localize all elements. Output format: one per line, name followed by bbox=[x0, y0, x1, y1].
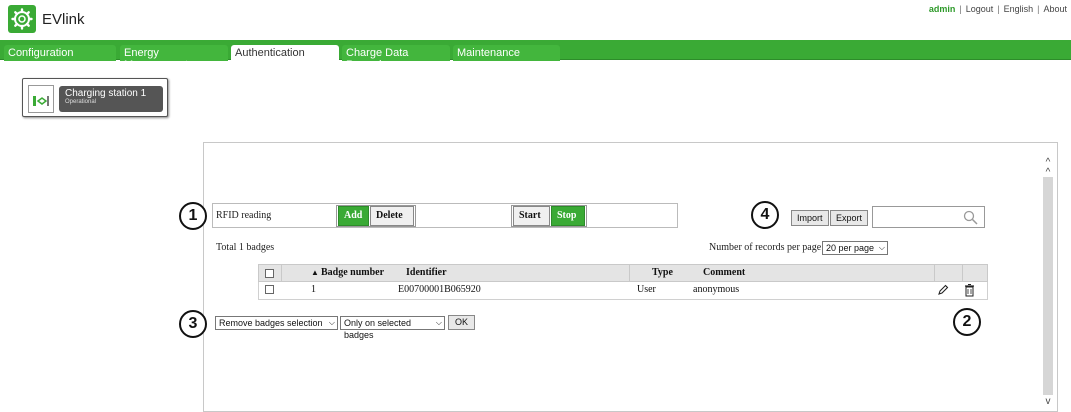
callout-3: 3 bbox=[179, 310, 207, 338]
tab-authentication[interactable]: Authentication bbox=[231, 45, 339, 61]
column-divider bbox=[962, 265, 963, 282]
header-badge-number[interactable]: Badge number bbox=[321, 267, 384, 278]
row-checkbox[interactable] bbox=[265, 285, 274, 294]
about-link[interactable]: About bbox=[1043, 4, 1067, 14]
tab-energy-management[interactable]: Energy Management bbox=[120, 45, 228, 71]
chevron-down-icon: ⌵ bbox=[878, 243, 885, 252]
column-divider bbox=[934, 265, 935, 282]
export-button[interactable]: Export bbox=[830, 210, 869, 226]
cell-identifier: E00700001B065920 bbox=[398, 284, 481, 295]
trash-icon[interactable] bbox=[964, 284, 975, 297]
search-box bbox=[872, 206, 985, 228]
bulk-scope-select[interactable]: Only on selected badges ⌵ bbox=[340, 316, 445, 340]
cell-type: User bbox=[637, 284, 656, 295]
table-row[interactable]: 1 E00700001B065920 User anonymous bbox=[258, 282, 988, 300]
search-input[interactable] bbox=[875, 209, 961, 225]
records-per-page-value: 20 per page bbox=[826, 243, 875, 253]
station-label: Charging station 1 Operational bbox=[59, 86, 163, 112]
callout-2: 2 bbox=[953, 308, 981, 336]
evlink-logo bbox=[8, 5, 36, 33]
callout-4: 4 bbox=[751, 201, 779, 229]
ok-button[interactable]: OK bbox=[448, 315, 476, 330]
records-per-page-select[interactable]: 20 per page ⌵ bbox=[822, 241, 888, 255]
main-nav: Configuration Energy Management Authenti… bbox=[0, 40, 1071, 71]
cell-comment: anonymous bbox=[693, 284, 740, 295]
add-button[interactable]: Add bbox=[338, 206, 369, 226]
top-links: admin | Logout | English | About bbox=[928, 4, 1067, 14]
start-button[interactable]: Start bbox=[513, 206, 550, 226]
start-stop-group: Start Stop bbox=[511, 205, 587, 227]
gear-icon bbox=[11, 8, 33, 30]
records-per-page-label: Number of records per page bbox=[709, 242, 822, 253]
header-identifier[interactable]: Identifier bbox=[406, 267, 447, 278]
import-button[interactable]: Import bbox=[791, 210, 829, 226]
logout-link[interactable]: Logout bbox=[966, 4, 994, 14]
search-icon[interactable] bbox=[963, 210, 978, 225]
station-status: Operational bbox=[65, 99, 97, 105]
chevron-down-icon: ⌵ bbox=[328, 318, 335, 327]
callout-1: 1 bbox=[179, 202, 207, 230]
app-root: EVlink admin | Logout | English | About Config… bbox=[0, 0, 1071, 412]
chevron-down-icon: ⌵ bbox=[435, 318, 442, 327]
station-name: Charging station 1 bbox=[65, 88, 147, 99]
column-divider bbox=[281, 265, 282, 282]
rfid-toolbar: RFID reading Add Delete Start Stop bbox=[212, 203, 678, 228]
select-all-checkbox[interactable] bbox=[265, 269, 274, 278]
header-comment[interactable]: Comment bbox=[703, 267, 745, 278]
pencil-icon[interactable] bbox=[937, 284, 949, 296]
scrollbar-track[interactable] bbox=[1043, 177, 1053, 395]
plug-icon bbox=[33, 96, 49, 106]
column-divider bbox=[629, 265, 630, 282]
charging-station-card[interactable]: Charging station 1 Operational bbox=[22, 78, 168, 117]
rfid-reading-label: RFID reading bbox=[216, 210, 272, 221]
station-thumbnail bbox=[28, 85, 54, 113]
language-link[interactable]: English bbox=[1004, 4, 1034, 14]
tab-maintenance[interactable]: Maintenance bbox=[453, 45, 560, 61]
total-badges-text: Total 1 badges bbox=[216, 242, 275, 253]
header-type[interactable]: Type bbox=[652, 267, 673, 278]
tab-charge-data-record[interactable]: Charge Data Record bbox=[342, 45, 450, 71]
sort-asc-icon[interactable]: ▲ bbox=[311, 268, 319, 277]
tab-configuration[interactable]: Configuration bbox=[4, 45, 116, 61]
bulk-action-select[interactable]: Remove badges selection ⌵ bbox=[215, 316, 338, 330]
stop-button[interactable]: Stop bbox=[551, 206, 585, 226]
add-delete-group: Add Delete bbox=[336, 205, 416, 227]
table-header-row: ▲ Badge number Identifier Type Comment bbox=[258, 264, 988, 282]
delete-button[interactable]: Delete bbox=[370, 206, 414, 226]
vertical-scrollbar[interactable]: ^ ^ v bbox=[1040, 151, 1057, 412]
scroll-down-icon[interactable]: v bbox=[1042, 396, 1054, 407]
user-link[interactable]: admin bbox=[929, 4, 956, 14]
bulk-action-value: Remove badges selection bbox=[219, 318, 323, 328]
cell-badge-number: 1 bbox=[311, 284, 316, 295]
brand-name: EVlink bbox=[42, 11, 85, 28]
